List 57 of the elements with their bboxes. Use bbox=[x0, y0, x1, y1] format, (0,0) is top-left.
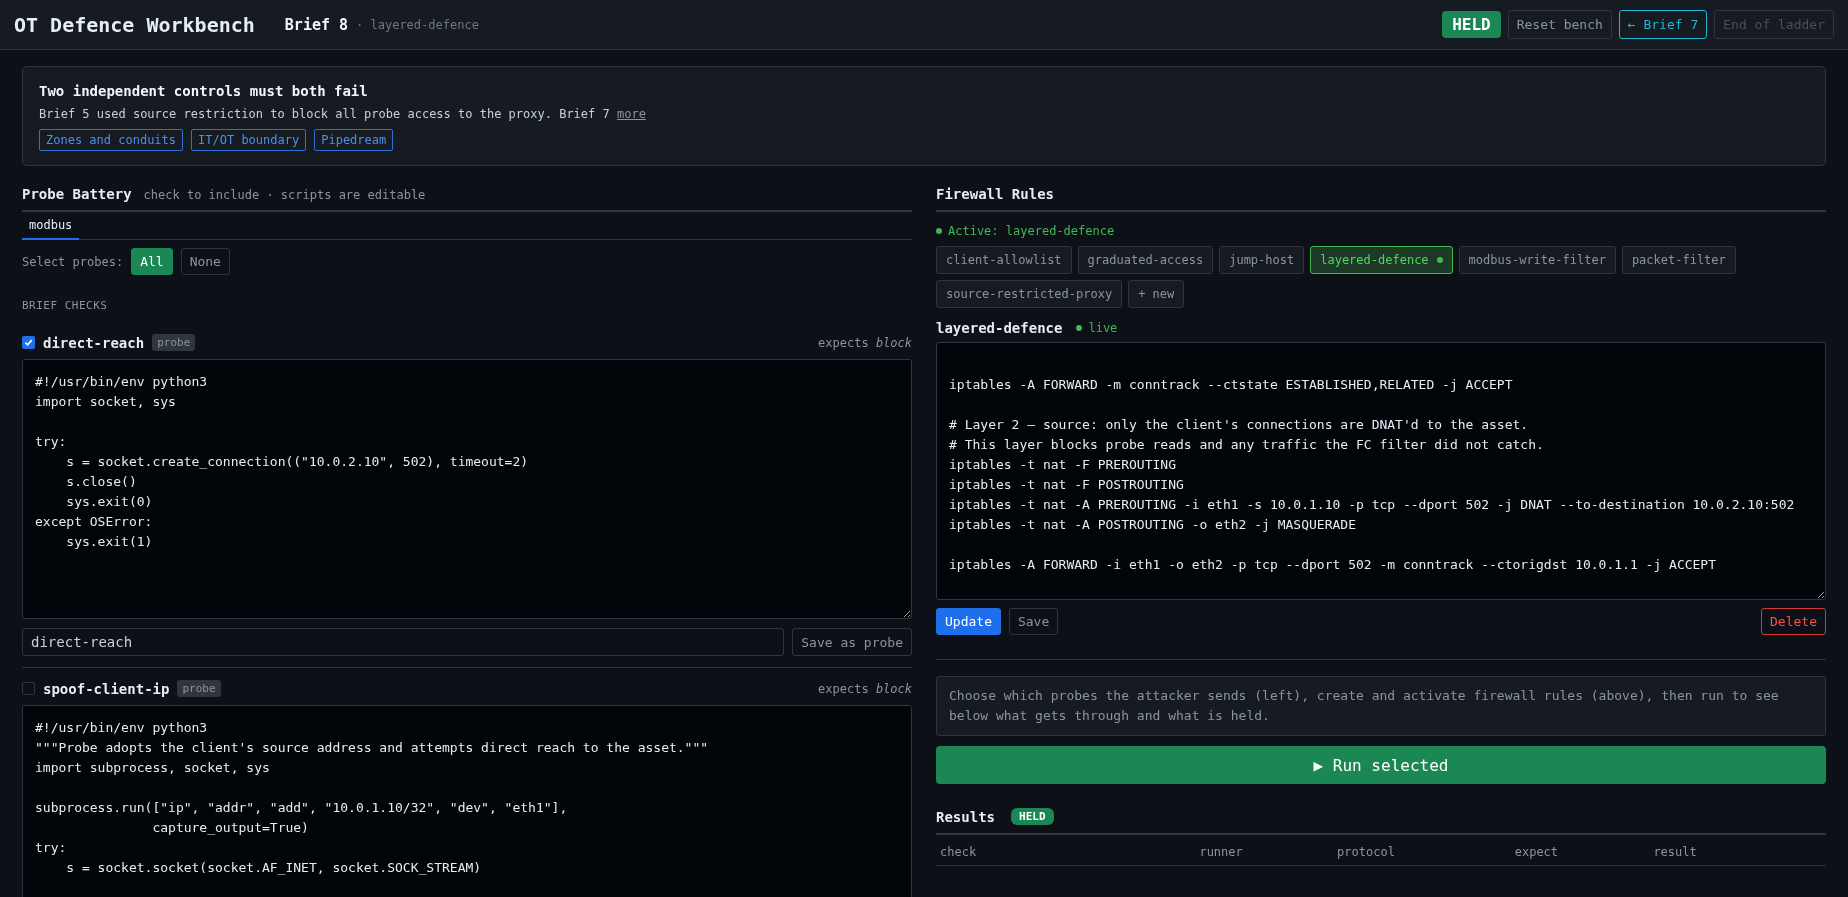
expects-label: expects block bbox=[818, 681, 912, 696]
topic-tag[interactable]: IT/OT boundary bbox=[191, 129, 307, 151]
status-badge: HELD bbox=[1442, 11, 1501, 38]
rule-chip[interactable]: source-restricted-proxy bbox=[936, 280, 1123, 308]
column-header: expect bbox=[1513, 844, 1560, 861]
select-label: Select probes: bbox=[22, 254, 124, 269]
section-title: Probe Battery bbox=[22, 186, 132, 202]
results-title: Results bbox=[936, 808, 995, 825]
brief-subtitle: · layered-defence bbox=[356, 17, 479, 32]
column-header: protocol bbox=[1336, 844, 1396, 861]
probe-badge: probe bbox=[177, 680, 221, 697]
info-text: Choose which probes the attacker sends (left), create and activate firewall rules (above), then run to see below what gets through and what is held. bbox=[936, 676, 1826, 736]
brief-number: Brief 8 bbox=[284, 15, 349, 34]
protocol-tab[interactable]: modbus bbox=[22, 212, 80, 240]
probe-name: spoof-client-ip bbox=[43, 680, 170, 697]
section-title: Firewall Rules bbox=[936, 186, 1054, 202]
column-header: check bbox=[939, 844, 978, 861]
header-button[interactable]: Reset bench bbox=[1507, 10, 1612, 39]
column-header: result bbox=[1652, 844, 1698, 861]
rule-chip[interactable]: jump-host bbox=[1219, 246, 1305, 274]
rule-title: layered-defence bbox=[936, 320, 1063, 336]
active-rule-label: Active: layered-defence bbox=[948, 224, 1115, 238]
column-header: runner bbox=[1198, 844, 1244, 861]
probe-checkbox[interactable] bbox=[22, 682, 35, 695]
update-button[interactable]: Update bbox=[936, 608, 1001, 635]
delete-button[interactable]: Delete bbox=[1761, 608, 1826, 635]
rule-editor[interactable]: iptables -A FORWARD -m conntrack --ctstate ESTABLISHED,RELATED -j ACCEPT # Layer 2 — source: only the client's connections are DNAT'd to the asset. # This layer blocks probe reads and any traffic the FC filter did not catch. iptables -t nat -F PREROUTING iptables -t nat -F POSTROUTING iptables -t nat -A PREROUTING -i eth1 -s 10.0.1.10 -p tcp --dport 502 -j DNAT --to-destination 10.0.2.10:502 iptables -t nat -A POSTROUTING -o eth2 -j MASQUERADE iptables -A FORWARD -i eth1 -o eth2 -p tcp --dport 502 -m conntrack --ctorigdst 10.0.1.1 -j ACCEPT bbox=[936, 342, 1826, 600]
topic-tag[interactable]: Zones and conduits bbox=[39, 129, 184, 151]
probe-name-field[interactable]: direct-reach bbox=[22, 628, 785, 656]
brief-title: Two independent controls must both fail bbox=[39, 83, 369, 99]
section-hint: check to include · scripts are editable bbox=[143, 188, 426, 202]
rule-chip[interactable]: client-allowlist bbox=[936, 246, 1072, 274]
select-option-button[interactable]: All bbox=[131, 248, 173, 275]
probe-checkbox[interactable] bbox=[22, 336, 35, 349]
rule-chip[interactable]: packet-filter bbox=[1621, 246, 1736, 274]
app-title: OT Defence Workbench bbox=[14, 12, 255, 37]
probe-name: direct-reach bbox=[43, 334, 145, 351]
section-label: BRIEF CHECKS bbox=[22, 299, 109, 312]
results-status-badge: HELD bbox=[1011, 808, 1054, 825]
rule-chip[interactable]: layered-defence bbox=[1310, 246, 1453, 274]
rule-chip[interactable]: modbus-write-filter bbox=[1458, 246, 1616, 274]
header-button[interactable]: ← Brief 7 bbox=[1618, 10, 1708, 39]
script-editor[interactable]: #!/usr/bin/env python3 import socket, sys try: s = socket.create_connection(("10.0.2.10", 502), timeout=2) s.close() sys.exit(0) except OSError: sys.exit(1) bbox=[22, 359, 912, 619]
brief-text: Brief 5 used source restriction to block all probe access to the proxy. Brief 7 more bbox=[39, 107, 647, 121]
live-indicator: live bbox=[1076, 321, 1118, 335]
save-button[interactable]: Save bbox=[1008, 608, 1059, 635]
probe-badge: probe bbox=[152, 334, 196, 351]
rule-chip[interactable]: graduated-access bbox=[1077, 246, 1214, 274]
rule-chip[interactable]: + new bbox=[1128, 280, 1185, 308]
topic-tag[interactable]: Pipedream bbox=[314, 129, 394, 151]
select-option-button[interactable]: None bbox=[180, 248, 230, 275]
expects-label: expects block bbox=[818, 335, 912, 350]
status-dot-icon bbox=[936, 228, 942, 234]
run-button[interactable]: ▶ Run selected bbox=[936, 746, 1826, 784]
save-probe-button[interactable]: Save as probe bbox=[792, 628, 912, 656]
script-editor[interactable]: #!/usr/bin/env python3 """Probe adopts the client's source address and attempts direct reach to the asset.""" import subprocess, socket, sys subprocess.run(["ip", "addr", "add", "10.0.1.10/32", "dev", "eth1"], capture_output=True) try: s = socket.socket(socket.AF_INET, socket.SOCK_STREAM) bbox=[22, 705, 912, 897]
more-link[interactable]: more bbox=[617, 107, 646, 121]
